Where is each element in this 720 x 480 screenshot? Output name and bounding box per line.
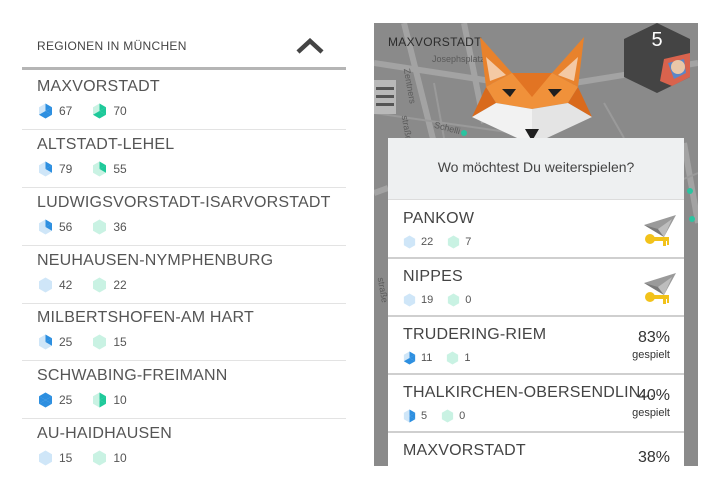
region-item-maxvorstadt[interactable]: MAXVORSTADT 67 70 xyxy=(22,72,346,130)
teal-hexagon-icon xyxy=(448,293,460,307)
option-name: MAXVORSTADT xyxy=(403,442,526,459)
option-thalkirchen[interactable]: THALKIRCHEN-OBERSENDLIN... 5 0 40% gespi… xyxy=(388,375,684,433)
blue-hexagon-icon xyxy=(403,235,416,249)
level-badge[interactable]: 5 xyxy=(624,23,694,93)
option-name: PANKOW xyxy=(403,210,475,227)
option-nippes[interactable]: NIPPES 19 0 xyxy=(388,259,684,317)
dialog-header: Wo möchtest Du weiterspielen? xyxy=(388,138,684,200)
teal-count: 15 xyxy=(113,335,127,349)
option-name: TRUDERING-RIEM xyxy=(403,326,547,343)
blue-hexagon-icon xyxy=(403,293,416,307)
teal-count: 36 xyxy=(113,220,127,234)
region-name: MAXVORSTADT xyxy=(37,78,160,95)
region-item-ludwigsvorstadt[interactable]: LUDWIGSVORSTADT-ISARVORSTADT 56 36 xyxy=(22,188,346,246)
teal-count: 70 xyxy=(113,104,127,118)
region-name: NEUHAUSEN-NYMPHENBURG xyxy=(37,252,274,269)
played-percent: 40% xyxy=(637,387,670,404)
teal-hexagon-icon xyxy=(93,219,107,235)
teal-hexagon-icon xyxy=(447,351,459,365)
blue-hexagon-icon xyxy=(39,392,52,408)
level-number: 5 xyxy=(651,29,663,51)
blue-hexagon-icon xyxy=(39,450,52,466)
region-name: LUDWIGSVORSTADT-ISARVORSTADT xyxy=(37,194,331,211)
region-select-dialog: Wo möchtest Du weiterspielen? PANKOW 22 … xyxy=(388,138,684,466)
blue-hexagon-icon xyxy=(403,409,416,423)
blue-hexagon-icon xyxy=(39,219,52,235)
played-percent: 83% xyxy=(637,329,670,346)
blue-hexagon-icon xyxy=(39,161,52,177)
teal-hexagon-icon xyxy=(448,235,460,249)
blue-hexagon-icon xyxy=(39,277,52,293)
teal-hexagon-icon xyxy=(93,450,107,466)
teal-count: 0 xyxy=(465,294,472,306)
blue-count: 25 xyxy=(59,335,73,349)
played-label: gespielt xyxy=(632,349,670,361)
blue-count: 19 xyxy=(421,294,434,306)
teal-hexagon-icon xyxy=(93,277,107,293)
played-label: gespielt xyxy=(632,407,670,419)
blue-count: 25 xyxy=(59,393,73,407)
option-maxvorstadt[interactable]: MAXVORSTADT 38% xyxy=(388,433,684,466)
chevron-up-icon[interactable] xyxy=(296,38,324,54)
dialog-question: Wo möchtest Du weiterspielen? xyxy=(437,159,635,175)
region-item-schwabing[interactable]: SCHWABING-FREIMANN 25 10 xyxy=(22,361,346,419)
region-item-au-haidhausen[interactable]: AU-HAIDHAUSEN 15 10 xyxy=(22,419,346,477)
region-name: MILBERTSHOFEN-AM HART xyxy=(37,309,254,326)
blue-count: 42 xyxy=(59,278,73,292)
region-item-altstadt-lehel[interactable]: ALTSTADT-LEHEL 79 55 xyxy=(22,130,346,188)
blue-hexagon-icon xyxy=(39,103,52,119)
region-name: AU-HAIDHAUSEN xyxy=(37,425,173,442)
region-list-panel: REGIONEN IN MÜNCHEN MAXVORSTADT 67 70 AL… xyxy=(22,0,346,480)
teal-count: 10 xyxy=(113,451,127,465)
blue-hexagon-icon xyxy=(403,351,416,365)
map-city-label: MAXVORSTADT xyxy=(388,35,482,49)
teal-hexagon-icon xyxy=(93,161,107,177)
app-screen: MAXVORSTADT Josephsplatz Zentners Schell… xyxy=(374,23,698,466)
option-trudering-riem[interactable]: TRUDERING-RIEM 11 1 83% gespielt xyxy=(388,317,684,375)
region-list-title: REGIONEN IN MÜNCHEN xyxy=(37,39,187,53)
teal-count: 10 xyxy=(113,393,127,407)
teal-hexagon-icon xyxy=(93,103,107,119)
blue-count: 22 xyxy=(421,236,434,248)
option-name: THALKIRCHEN-OBERSENDLIN... xyxy=(403,384,655,401)
teal-count: 1 xyxy=(464,352,471,364)
blue-count: 79 xyxy=(59,162,73,176)
blue-count: 56 xyxy=(59,220,73,234)
teal-count: 0 xyxy=(459,410,466,422)
region-item-milbertshofen[interactable]: MILBERTSHOFEN-AM HART 25 15 xyxy=(22,303,346,361)
blue-count: 5 xyxy=(421,410,428,422)
played-percent: 38% xyxy=(637,449,670,466)
teal-count: 7 xyxy=(465,236,472,248)
option-name: NIPPES xyxy=(403,268,463,285)
teal-count: 55 xyxy=(113,162,127,176)
teal-hexagon-icon xyxy=(93,334,107,350)
teal-count: 22 xyxy=(113,278,127,292)
blue-count: 15 xyxy=(59,451,73,465)
blue-count: 67 xyxy=(59,104,73,118)
option-pankow[interactable]: PANKOW 22 7 xyxy=(388,201,684,259)
fox-icon xyxy=(472,37,592,145)
teal-hexagon-icon xyxy=(441,409,454,423)
teal-hexagon-icon xyxy=(93,392,107,408)
locked-plane-icon xyxy=(644,215,676,246)
region-name: SCHWABING-FREIMANN xyxy=(37,367,228,384)
locked-plane-icon xyxy=(644,273,676,304)
blue-count: 11 xyxy=(421,352,433,364)
blue-hexagon-icon xyxy=(39,334,52,350)
region-name: ALTSTADT-LEHEL xyxy=(37,136,175,153)
hamburger-icon[interactable] xyxy=(374,80,396,114)
region-list-header[interactable]: REGIONEN IN MÜNCHEN xyxy=(22,0,346,70)
region-item-neuhausen[interactable]: NEUHAUSEN-NYMPHENBURG 42 22 xyxy=(22,246,346,304)
